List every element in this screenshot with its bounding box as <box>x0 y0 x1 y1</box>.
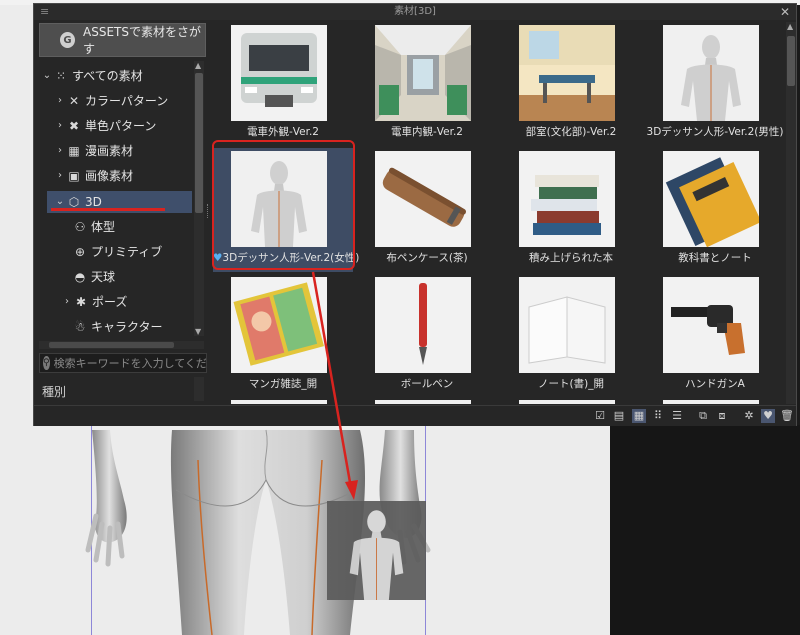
mannequin-female-preview <box>349 510 404 600</box>
drag-preview-thumbnail <box>327 501 426 600</box>
